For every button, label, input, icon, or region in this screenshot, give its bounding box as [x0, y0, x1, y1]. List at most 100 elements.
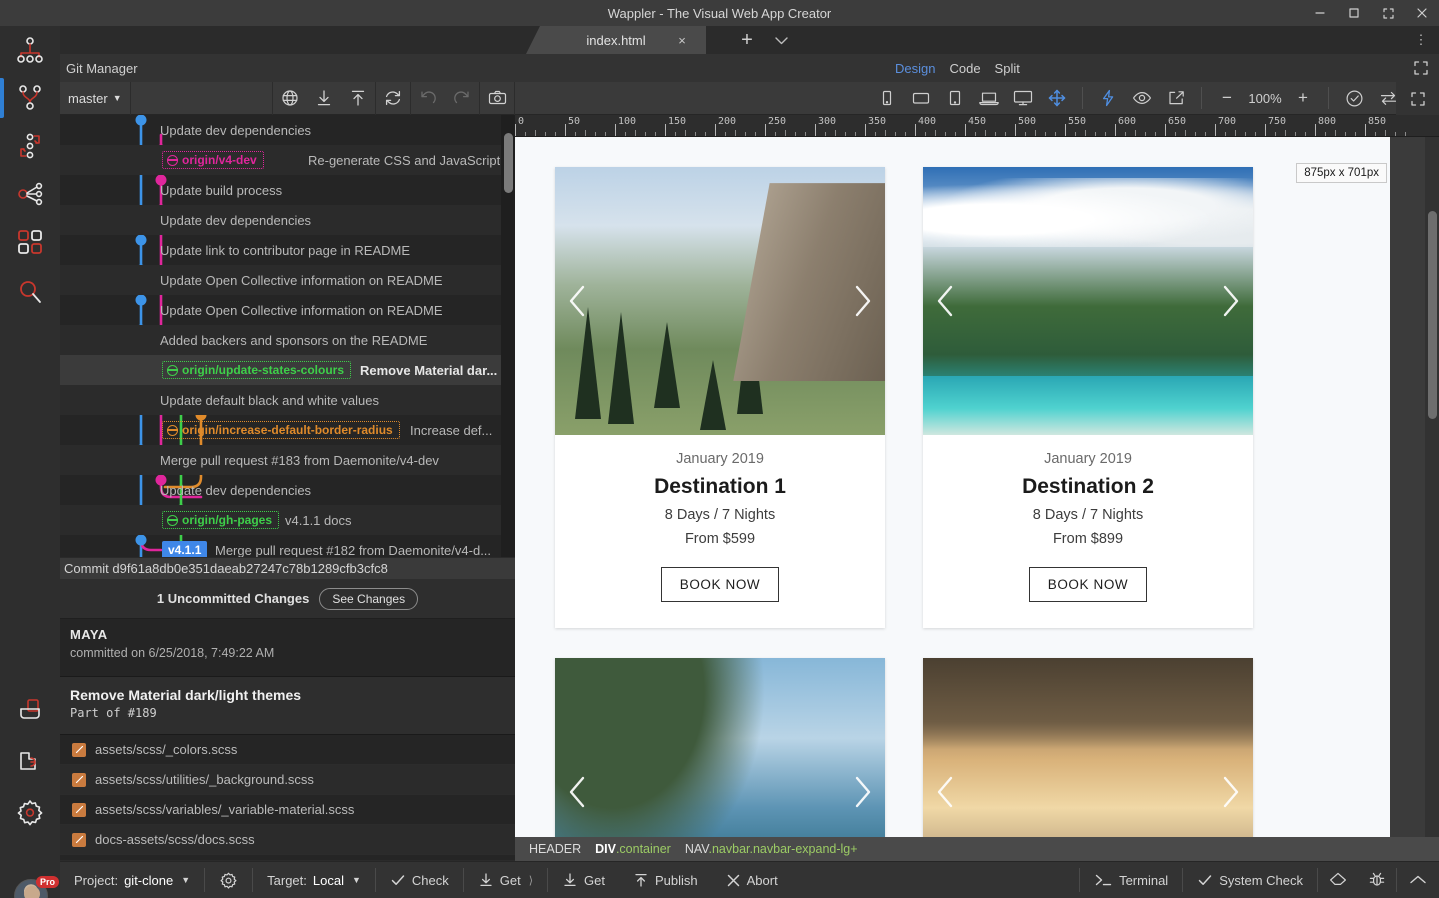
fullscreen-icon[interactable]: [1411, 58, 1431, 78]
destination-card[interactable]: January 2019 Destination 2 8 Days / 7 Ni…: [923, 167, 1253, 628]
preview-eye-icon[interactable]: [1125, 82, 1159, 115]
device-desktop-icon[interactable]: [1006, 82, 1040, 115]
branch-ref-chip[interactable]: origin/update-states-colours: [162, 361, 351, 379]
commit-row[interactable]: Update Open Collective information on RE…: [60, 295, 501, 325]
branch-ref-chip[interactable]: origin/increase-default-border-radius: [162, 421, 400, 439]
terminal-button[interactable]: Terminal: [1080, 862, 1182, 898]
commit-row[interactable]: Update link to contributor page in READM…: [60, 235, 501, 265]
device-resize-icon[interactable]: [1040, 82, 1074, 115]
see-changes-button[interactable]: See Changes: [319, 588, 418, 610]
commit-row[interactable]: Update Open Collective information on RE…: [60, 265, 501, 295]
collapse-panel-button[interactable]: [1397, 862, 1439, 898]
commit-row[interactable]: origin/increase-default-border-radius In…: [60, 415, 501, 445]
maximize-button[interactable]: [1337, 0, 1371, 26]
zoom-in-button[interactable]: +: [1286, 82, 1320, 115]
project-selector[interactable]: Project: git-clone ▼: [60, 862, 204, 898]
remote-globe-button[interactable]: [273, 82, 307, 115]
scrollbar-thumb[interactable]: [1428, 211, 1437, 419]
pull-button[interactable]: [307, 82, 341, 115]
tab-code[interactable]: Code: [949, 61, 980, 76]
branch-ref-chip[interactable]: origin/gh-pages: [162, 511, 279, 529]
open-in-browser-icon[interactable]: [1159, 82, 1193, 115]
snapshot-button[interactable]: [480, 82, 514, 115]
target-selector[interactable]: Target: Local ▼: [253, 862, 375, 898]
device-phone-landscape-icon[interactable]: [904, 82, 938, 115]
carousel-next-button[interactable]: [845, 279, 879, 323]
branch-selector[interactable]: master ▼: [60, 82, 130, 115]
clear-console-button[interactable]: [1318, 862, 1358, 898]
commit-row[interactable]: Added backers and sponsors on the README: [60, 325, 501, 355]
validate-check-icon[interactable]: [1337, 82, 1371, 115]
restore-button[interactable]: [1371, 0, 1405, 26]
site-structure-icon[interactable]: [0, 26, 60, 74]
system-check-button[interactable]: System Check: [1183, 862, 1317, 898]
commit-row[interactable]: Update build process: [60, 175, 501, 205]
publish-button[interactable]: Publish: [619, 862, 712, 898]
debug-button[interactable]: [1358, 862, 1396, 898]
carousel-next-button[interactable]: [1213, 279, 1247, 323]
git-graph-panel[interactable]: Update dev dependencies origin/v4-dev Re…: [60, 115, 515, 557]
destination-card[interactable]: [923, 658, 1253, 837]
get-button-2[interactable]: Get: [548, 862, 619, 898]
commit-row[interactable]: origin/v4-dev Re-generate CSS and JavaSc…: [60, 145, 501, 175]
redo-button[interactable]: [445, 82, 479, 115]
branch-ref-chip[interactable]: origin/v4-dev: [162, 151, 264, 169]
breadcrumb-item-div[interactable]: DIV.container: [595, 842, 671, 856]
breadcrumb-item-nav[interactable]: NAV.navbar.navbar-expand-lg+: [685, 842, 858, 856]
undo-button[interactable]: [411, 82, 445, 115]
commit-row[interactable]: origin/update-states-colours Remove Mate…: [60, 355, 501, 385]
live-preview-bolt-icon[interactable]: [1091, 82, 1125, 115]
destination-card[interactable]: January 2019 Destination 1 8 Days / 7 Ni…: [555, 167, 885, 628]
file-row[interactable]: assets/scss/_colors.scss: [60, 735, 515, 765]
tab-index-html[interactable]: index.html ×: [526, 26, 706, 54]
carousel-next-button[interactable]: [1213, 770, 1247, 814]
commit-row[interactable]: Update dev dependencies: [60, 475, 501, 505]
project-settings-button[interactable]: [205, 862, 252, 898]
components-grid-icon[interactable]: [0, 218, 60, 266]
scrollbar-thumb[interactable]: [504, 133, 513, 193]
commit-row[interactable]: Merge pull request #183 from Daemonite/v…: [60, 445, 501, 475]
share-node-icon[interactable]: [0, 170, 60, 218]
tab-close-icon[interactable]: ×: [674, 32, 690, 48]
breadcrumb-item-header[interactable]: HEADER: [529, 842, 581, 856]
carousel-prev-button[interactable]: [929, 770, 963, 814]
settings-gear-icon[interactable]: [0, 788, 60, 836]
commit-row[interactable]: v4.1.1 Merge pull request #182 from Daem…: [60, 535, 501, 557]
design-viewport[interactable]: January 2019 Destination 1 8 Days / 7 Ni…: [515, 137, 1439, 837]
carousel-prev-button[interactable]: [929, 279, 963, 323]
overflow-menu-icon[interactable]: ⋮: [1411, 30, 1431, 50]
push-button[interactable]: [341, 82, 375, 115]
security-provider-icon[interactable]: [0, 738, 60, 786]
commit-row[interactable]: Update dev dependencies: [60, 115, 501, 145]
database-icon[interactable]: [0, 688, 60, 736]
minimize-button[interactable]: [1303, 0, 1337, 26]
abort-button[interactable]: Abort: [712, 862, 792, 898]
tab-design[interactable]: Design: [895, 61, 935, 76]
expand-chevron-icon[interactable]: ⟩: [529, 874, 533, 887]
book-now-button[interactable]: BOOK NOW: [1029, 567, 1148, 602]
commit-row[interactable]: Update dev dependencies: [60, 205, 501, 235]
sync-button[interactable]: [376, 82, 410, 115]
file-row[interactable]: assets/scss/variables/_variable-material…: [60, 795, 515, 825]
git-graph-scrollbar[interactable]: [501, 115, 515, 557]
search-icon[interactable]: [0, 268, 60, 316]
zoom-out-button[interactable]: −: [1210, 82, 1244, 115]
tab-split[interactable]: Split: [995, 61, 1020, 76]
carousel-next-button[interactable]: [845, 770, 879, 814]
file-row[interactable]: docs-assets/scss/docs.scss: [60, 825, 515, 855]
changed-files-list[interactable]: assets/scss/_colors.scss assets/scss/uti…: [60, 735, 515, 860]
canvas-scrollbar[interactable]: [1425, 137, 1439, 837]
file-row[interactable]: assets/scss/utilities/_background.scss: [60, 765, 515, 795]
commit-row[interactable]: Update default black and white values: [60, 385, 501, 415]
data-flow-icon[interactable]: [0, 74, 60, 122]
device-tablet-icon[interactable]: [938, 82, 972, 115]
carousel-prev-button[interactable]: [561, 770, 595, 814]
tag-chip[interactable]: v4.1.1: [162, 541, 207, 557]
commit-row[interactable]: origin/gh-pages v4.1.1 docs: [60, 505, 501, 535]
get-button-1[interactable]: Get ⟩: [464, 862, 547, 898]
device-phone-portrait-icon[interactable]: [870, 82, 904, 115]
check-button[interactable]: Check: [376, 862, 463, 898]
destination-card[interactable]: [555, 658, 885, 837]
chevron-down-icon[interactable]: [770, 31, 792, 51]
close-button[interactable]: [1405, 0, 1439, 26]
